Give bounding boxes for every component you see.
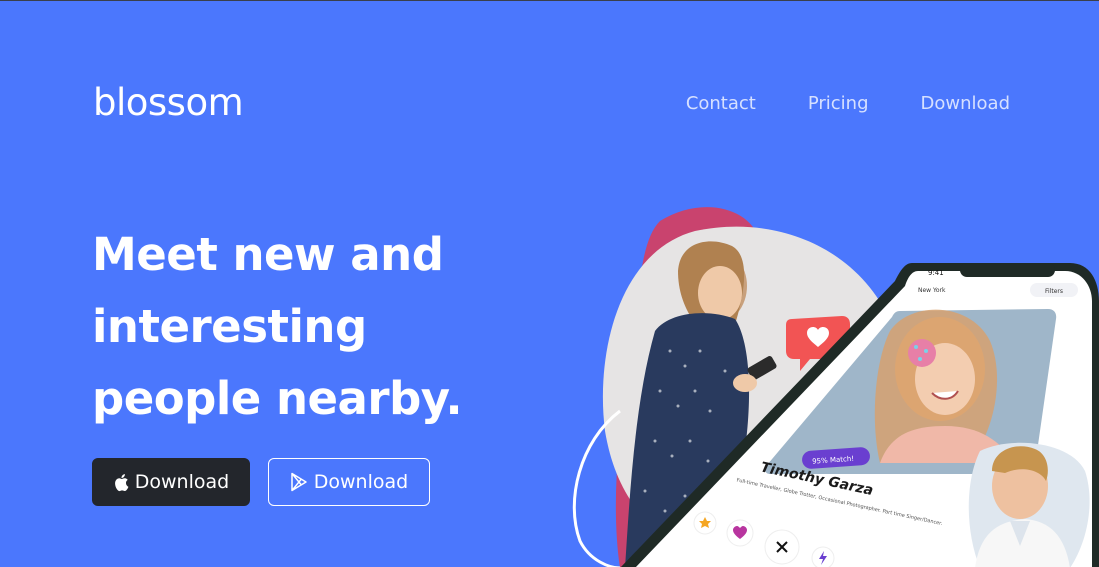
phone-filters-label: Filters: [1045, 288, 1063, 295]
hero-headline: Meet new and interesting people nearby.: [92, 219, 532, 435]
hero-illustration: 9:41 New York Filters 95% Match! Timothy…: [572, 207, 1099, 567]
top-nav: Contact Pricing Download: [686, 93, 1010, 114]
app-store-button-label: Download: [134, 471, 230, 493]
nav-download[interactable]: Download: [921, 93, 1010, 114]
nav-contact[interactable]: Contact: [686, 93, 756, 114]
headline-line: Meet new and: [92, 228, 444, 281]
app-store-download-button[interactable]: Download: [92, 458, 250, 506]
headline-line: interesting: [92, 300, 367, 353]
phone-status-time: 9:41: [928, 269, 944, 277]
nav-pricing[interactable]: Pricing: [808, 93, 869, 114]
google-play-button-label: Download: [313, 471, 409, 493]
play-store-icon: [291, 472, 307, 492]
headline-line: people nearby.: [92, 372, 463, 425]
apple-icon: [114, 473, 129, 491]
google-play-download-button[interactable]: Download: [268, 458, 430, 506]
man-photo: [968, 442, 1090, 567]
phone-location-label: New York: [918, 287, 946, 294]
brand-logo[interactable]: blossom: [93, 81, 244, 124]
